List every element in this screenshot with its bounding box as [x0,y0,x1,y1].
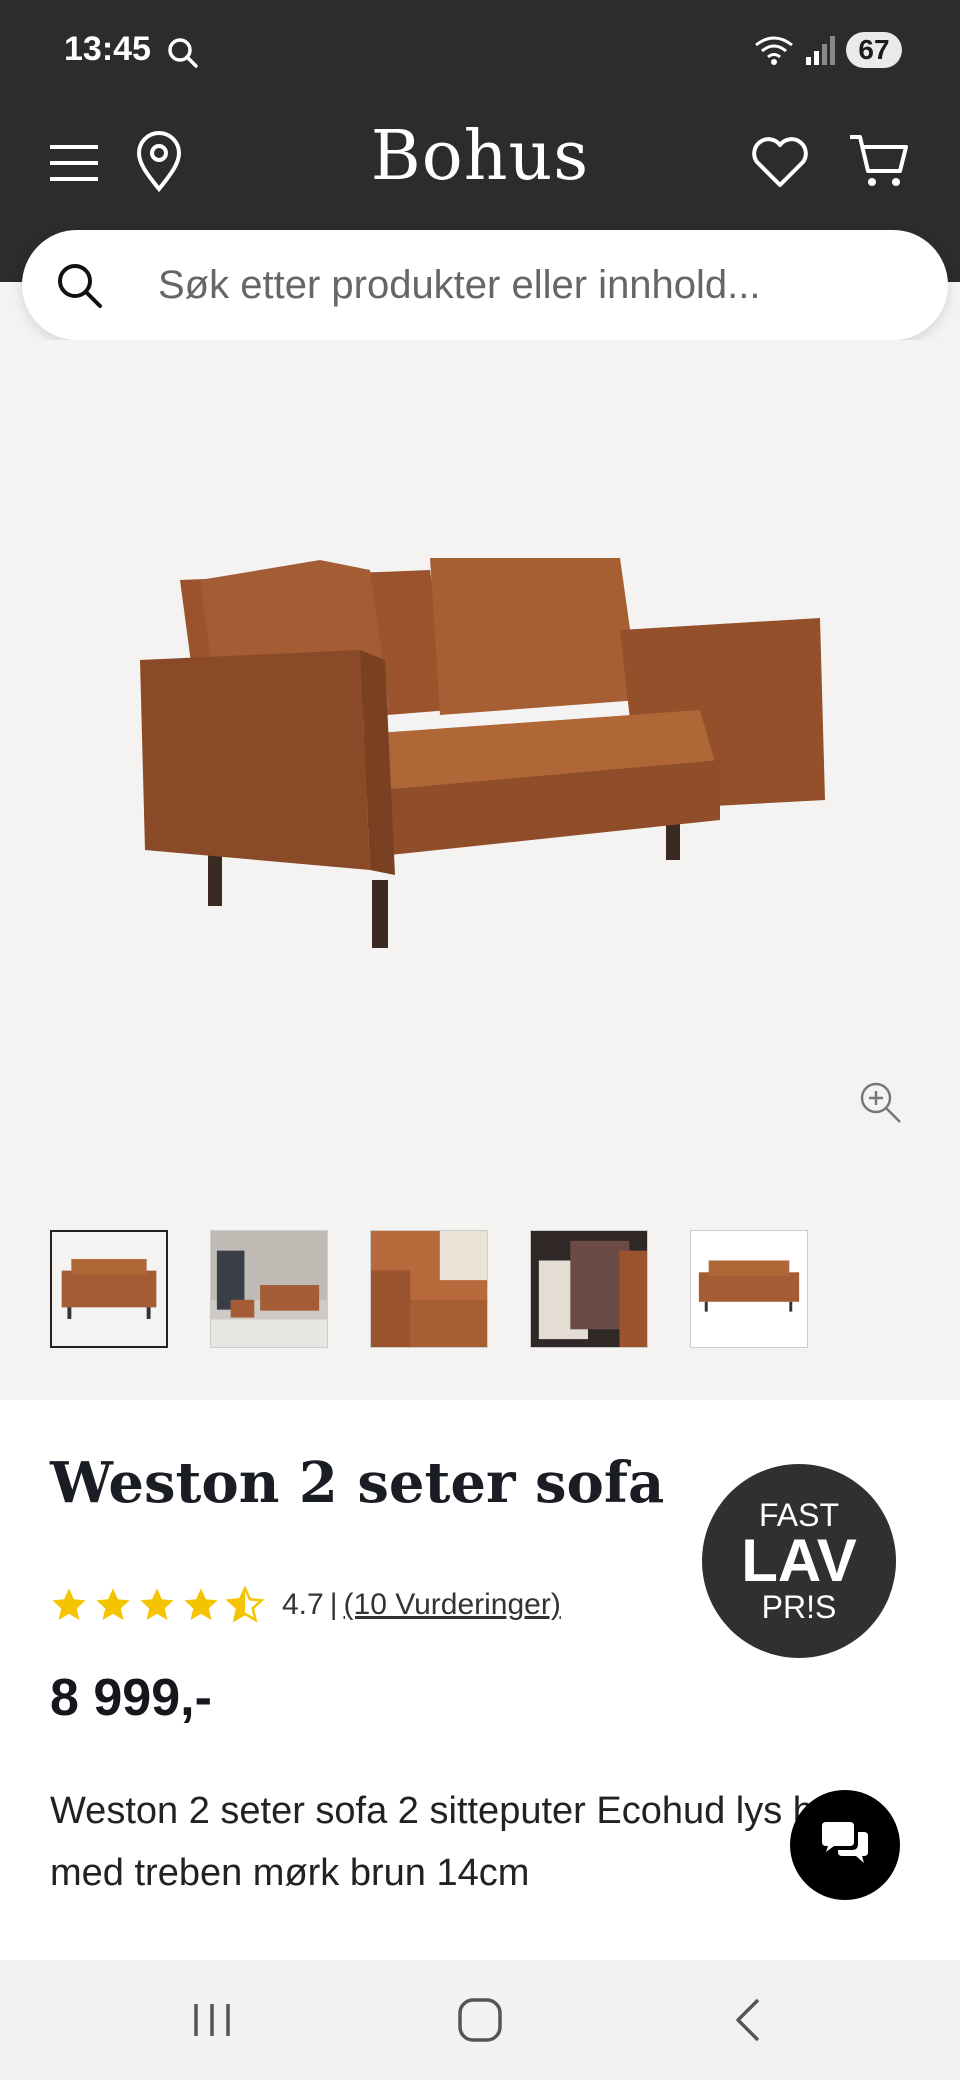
thumbnail-5[interactable] [690,1230,808,1348]
thumbnail-strip [50,1230,808,1348]
battery-indicator: 67 [846,32,902,68]
badge-line-3: PR!S [761,1589,837,1625]
home-icon[interactable] [450,1994,510,2046]
product-image[interactable] [120,510,840,950]
reviews-link[interactable]: (10 Vurderinger) [344,1588,561,1622]
star-icon [96,1588,130,1621]
thumbnail-3[interactable] [370,1230,488,1348]
status-indicators: 67 [752,32,902,68]
wifi-icon [755,36,793,65]
zoom-in-icon[interactable] [856,1078,904,1126]
signal-icon [806,36,835,65]
rating-value: 4.7 [282,1588,324,1621]
status-time: 13:45 [64,30,151,68]
chat-icon [822,1822,868,1863]
status-bar: 13:45 67 [0,0,960,105]
system-nav-bar [0,1960,960,2080]
status-search-icon [168,38,198,68]
rating-stars [50,1586,264,1624]
search-icon [58,264,102,308]
star-icon [184,1588,218,1621]
product-info: Weston 2 seter sofa FAST LAV PR!S 4.7 | … [0,1400,960,1960]
back-icon[interactable] [718,1994,778,2046]
product-description: Weston 2 seter sofa 2 sitteputer Ecohud … [50,1790,869,1894]
half-star-icon [226,1586,264,1623]
product-gallery [0,340,960,1400]
chat-button[interactable] [790,1790,900,1900]
search-bar[interactable]: Søk etter produkter eller innhold... [22,230,948,340]
product-title: Weston 2 seter sofa [50,1450,665,1516]
product-rating: 4.7 | (10 Vurderinger) [50,1586,561,1624]
recent-apps-icon[interactable] [182,1994,242,2046]
search-input[interactable]: Søk etter produkter eller innhold... [158,263,761,308]
thumbnail-2[interactable] [210,1230,328,1348]
badge-line-2: LAV [741,1527,857,1594]
thumbnail-4[interactable] [530,1230,648,1348]
low-price-badge: FAST LAV PR!S [702,1464,896,1658]
cart-icon[interactable] [848,129,910,191]
star-icon [140,1588,174,1621]
site-logo[interactable]: Bohus [0,117,960,196]
thumbnail-1[interactable] [50,1230,168,1348]
rating-separator: | [329,1588,338,1621]
heart-icon[interactable] [750,133,810,189]
star-icon [52,1588,86,1621]
product-price: 8 999,- [50,1669,212,1727]
